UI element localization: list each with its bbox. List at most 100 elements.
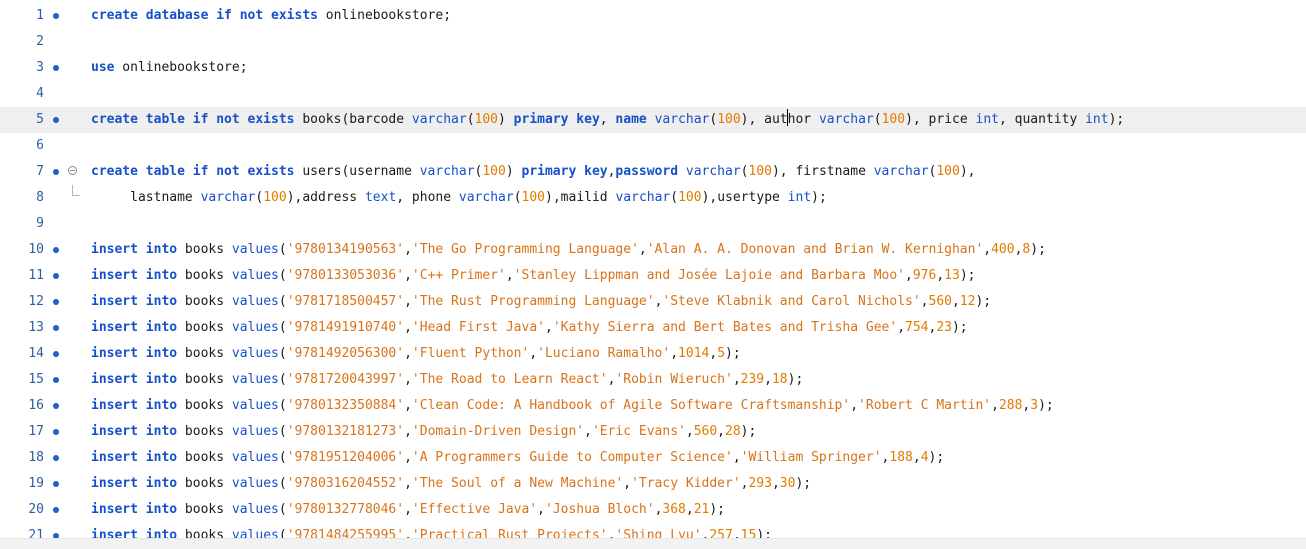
sql-editor[interactable]: 1 create database if not exists onlineboo… bbox=[0, 0, 1306, 538]
statement-marker-icon[interactable] bbox=[53, 65, 59, 71]
code-text[interactable]: insert into books values('9780132350884'… bbox=[91, 393, 1054, 419]
line-number: 21 bbox=[28, 528, 44, 538]
code-token: , bbox=[404, 450, 412, 465]
code-token: books bbox=[177, 294, 232, 309]
code-token: onlinebookstore; bbox=[114, 60, 248, 75]
code-line[interactable]: 15 insert into books values('978172004399… bbox=[0, 367, 1306, 393]
statement-marker-icon[interactable] bbox=[53, 481, 59, 487]
statement-marker-icon[interactable] bbox=[53, 429, 59, 435]
code-line[interactable]: 8 lastname varchar(100),address text, ph… bbox=[0, 185, 1306, 211]
code-text[interactable]: insert into books values('9781951204006'… bbox=[91, 445, 944, 471]
statement-marker-icon[interactable] bbox=[53, 455, 59, 461]
code-token: insert into bbox=[91, 476, 178, 491]
code-text[interactable]: insert into books values('9780132778046'… bbox=[91, 497, 725, 523]
line-number: 1 bbox=[36, 8, 44, 23]
statement-marker-icon[interactable] bbox=[53, 169, 59, 175]
code-text[interactable]: insert into books values('9780133053036'… bbox=[91, 263, 975, 289]
code-token: , bbox=[584, 424, 592, 439]
code-line[interactable]: 20 insert into books values('978013277804… bbox=[0, 497, 1306, 523]
fold-collapse-icon[interactable] bbox=[68, 166, 77, 175]
code-token: '9780316204552' bbox=[286, 476, 405, 491]
code-token: create database if not exists bbox=[91, 8, 318, 23]
code-token: 'Domain-Driven Design' bbox=[411, 424, 585, 439]
code-line[interactable]: 14 insert into books values('978149205630… bbox=[0, 341, 1306, 367]
code-token: books bbox=[177, 476, 232, 491]
code-line[interactable]: 10 insert into books values('978013419056… bbox=[0, 237, 1306, 263]
code-line[interactable]: 11 insert into books values('978013305303… bbox=[0, 263, 1306, 289]
code-text[interactable]: create database if not exists onlinebook… bbox=[91, 3, 451, 29]
line-number: 19 bbox=[28, 476, 44, 491]
code-token: ( bbox=[873, 112, 882, 127]
statement-marker-icon[interactable] bbox=[53, 13, 59, 19]
code-line[interactable]: 18 insert into books values('978195120400… bbox=[0, 445, 1306, 471]
code-text[interactable]: insert into books values('9780316204552'… bbox=[91, 471, 811, 497]
code-text[interactable]: insert into books values('9781492056300'… bbox=[91, 341, 741, 367]
code-line[interactable]: 16 insert into books values('978013235088… bbox=[0, 393, 1306, 419]
code-line[interactable]: 6 bbox=[0, 133, 1306, 159]
line-number: 16 bbox=[28, 398, 44, 413]
code-text[interactable]: insert into books values('9780134190563'… bbox=[91, 237, 1046, 263]
code-token: 188 bbox=[889, 450, 913, 465]
code-line[interactable]: 12 insert into books values('978171850045… bbox=[0, 289, 1306, 315]
code-line[interactable]: 17 insert into books values('978013218127… bbox=[0, 419, 1306, 445]
code-line[interactable]: 21 insert into books values('978148425599… bbox=[0, 523, 1306, 538]
code-token: varchar bbox=[818, 112, 874, 127]
code-text[interactable]: insert into books values('9780132181273'… bbox=[91, 419, 756, 445]
code-token: books bbox=[177, 242, 232, 257]
code-token: '9781720043997' bbox=[286, 372, 405, 387]
code-token: , quantity bbox=[999, 112, 1086, 127]
code-token: '9781951204006' bbox=[286, 450, 405, 465]
code-token: insert into bbox=[91, 372, 178, 387]
code-token: 'Robert C Martin' bbox=[858, 398, 992, 413]
statement-marker-icon[interactable] bbox=[53, 507, 59, 513]
line-number: 7 bbox=[36, 164, 44, 179]
statement-marker-icon[interactable] bbox=[53, 299, 59, 305]
code-line[interactable]: 5 create table if not exists books(barcod… bbox=[0, 107, 1306, 133]
code-text[interactable]: insert into books values('9781720043997'… bbox=[91, 367, 803, 393]
code-line[interactable]: 13 insert into books values('978149191074… bbox=[0, 315, 1306, 341]
statement-marker-icon[interactable] bbox=[53, 351, 59, 357]
code-token: ); bbox=[740, 424, 757, 439]
code-token: , bbox=[709, 346, 718, 361]
code-line[interactable]: 3 use onlinebookstore; bbox=[0, 55, 1306, 81]
statement-marker-icon[interactable] bbox=[53, 377, 59, 383]
code-text[interactable]: create table if not exists users(usernam… bbox=[91, 159, 976, 185]
statement-marker-icon[interactable] bbox=[53, 403, 59, 409]
code-token: 'Alan A. A. Donovan and Brian W. Kernigh… bbox=[646, 242, 984, 257]
code-token: 'Stanley Lippman and Josée Lajoie and Ba… bbox=[513, 268, 906, 283]
code-text[interactable]: create table if not exists books(barcode… bbox=[91, 107, 1124, 133]
code-token: , bbox=[991, 398, 999, 413]
code-text[interactable]: insert into books values('9781491910740'… bbox=[91, 315, 968, 341]
line-number: 4 bbox=[36, 86, 44, 101]
code-line[interactable]: 7 create table if not exists users(userna… bbox=[0, 159, 1306, 185]
code-token: , bbox=[638, 242, 647, 257]
code-token: create table if not exists bbox=[91, 164, 295, 179]
statement-marker-icon[interactable] bbox=[53, 325, 59, 331]
statement-marker-icon[interactable] bbox=[53, 117, 59, 123]
code-token: 28 bbox=[725, 424, 741, 439]
code-line[interactable]: 1 create database if not exists onlineboo… bbox=[0, 3, 1306, 29]
code-line[interactable]: 9 bbox=[0, 211, 1306, 237]
code-text[interactable]: insert into books values('9781484255995'… bbox=[91, 523, 772, 538]
code-token: 'The Road to Learn React' bbox=[411, 372, 608, 387]
statement-marker-icon[interactable] bbox=[53, 247, 59, 253]
code-token: , bbox=[717, 424, 725, 439]
statement-marker-icon[interactable] bbox=[53, 273, 59, 279]
code-token: , bbox=[850, 398, 859, 413]
code-token: values bbox=[231, 502, 279, 517]
code-token: books bbox=[177, 320, 232, 335]
code-text[interactable]: lastname varchar(100),address text, phon… bbox=[91, 185, 827, 211]
code-token: '9781492056300' bbox=[286, 346, 405, 361]
code-line[interactable]: 4 bbox=[0, 81, 1306, 107]
code-text[interactable]: use onlinebookstore; bbox=[91, 55, 248, 81]
code-token: , bbox=[897, 320, 906, 335]
code-line[interactable]: 19 insert into books values('978031620455… bbox=[0, 471, 1306, 497]
horizontal-scrollbar[interactable] bbox=[0, 538, 1306, 549]
code-token: 'C++ Primer' bbox=[411, 268, 506, 283]
code-token: 'Kathy Sierra and Bert Bates and Trisha … bbox=[552, 320, 898, 335]
code-token: values bbox=[231, 320, 279, 335]
code-line[interactable]: 2 bbox=[0, 29, 1306, 55]
code-text[interactable]: insert into books values('9781718500457'… bbox=[91, 289, 991, 315]
code-token: , bbox=[771, 476, 780, 491]
code-token: ( bbox=[278, 528, 287, 538]
